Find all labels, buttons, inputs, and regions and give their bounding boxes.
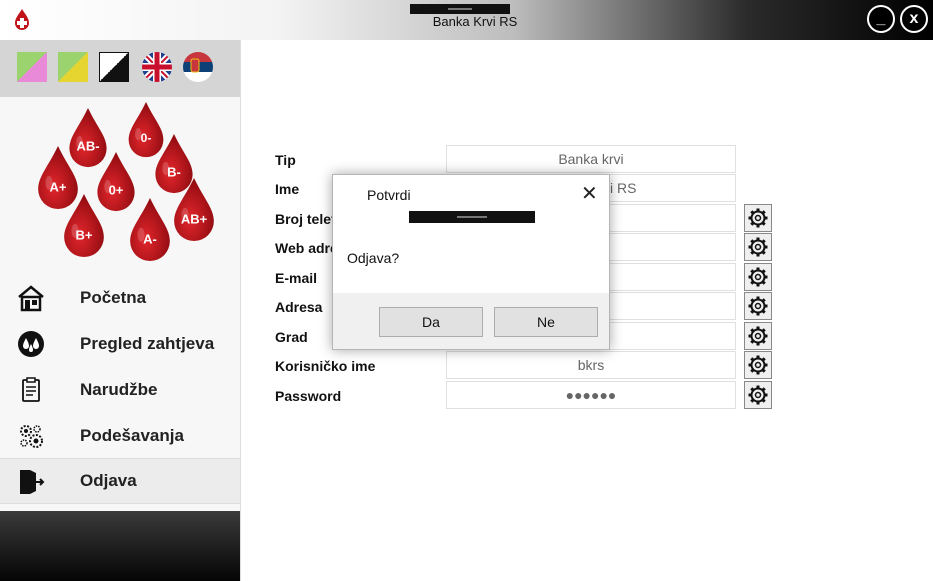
english-flag-icon[interactable] <box>142 52 172 82</box>
gear-icon <box>748 296 768 316</box>
theme-language-bar <box>0 40 240 97</box>
menu-item-pregled-zahtjeva[interactable]: Pregled zahtjeva <box>0 320 240 366</box>
theme-swatch-green-yellow[interactable] <box>58 52 88 82</box>
blood-types-logo: AB- 0- B- A+ 0+ B+ A- AB+ <box>38 102 214 262</box>
clipboard-icon <box>22 377 40 402</box>
dialog-close-button[interactable]: ✕ <box>581 181 598 206</box>
edit-email-button[interactable] <box>744 263 772 291</box>
exit-door-icon <box>20 470 45 494</box>
blood-drop-1 <box>69 108 107 168</box>
dialog-message: Odjava? <box>347 250 400 266</box>
menu-label: Pregled zahtjeva <box>80 333 215 353</box>
blood-type-label: 0- <box>141 131 152 145</box>
field-label-email: E-mail <box>275 270 318 286</box>
dialog-title: Potvrdi <box>367 187 411 203</box>
edit-korisnicko-ime-button[interactable] <box>744 351 772 379</box>
sidebar: AB- 0- B- A+ 0+ B+ A- AB+ Početna Pregled zahtj… <box>0 40 241 581</box>
blood-drop-5 <box>97 152 135 212</box>
edit-password-button[interactable] <box>744 381 772 409</box>
blood-drops-icon <box>18 331 44 357</box>
blood-type-label: B+ <box>76 227 93 242</box>
gear-icon <box>748 326 768 346</box>
dialog-drag-handle[interactable] <box>409 211 535 223</box>
cancel-button[interactable]: Ne <box>494 307 598 337</box>
field-label-adresa: Adresa <box>275 299 323 315</box>
minimize-button[interactable]: _ <box>867 5 895 33</box>
confirm-button[interactable]: Da <box>379 307 483 337</box>
field-password[interactable]: ●●●●●● <box>446 381 736 409</box>
gears-icon <box>20 425 43 448</box>
window-title: Banka Krvi RS <box>432 14 518 29</box>
close-window-button[interactable]: x <box>900 5 928 33</box>
field-korisnicko-ime[interactable]: bkrs <box>446 351 736 379</box>
field-label-password: Password <box>275 388 342 404</box>
gear-icon <box>748 208 768 228</box>
edit-broj-telefona-button[interactable] <box>744 204 772 232</box>
menu-label: Narudžbe <box>80 379 158 399</box>
theme-swatch-green-pink[interactable] <box>17 52 47 82</box>
blood-drop-2 <box>128 102 164 158</box>
gear-icon <box>748 355 768 375</box>
home-icon <box>18 285 44 312</box>
field-label-grad: Grad <box>275 329 308 345</box>
blood-type-label: AB- <box>76 139 99 154</box>
gear-icon <box>748 267 768 287</box>
title-drag-handle[interactable] <box>410 4 510 14</box>
blood-drop-7 <box>130 198 170 262</box>
menu-item-narudzbe[interactable]: Narudžbe <box>0 366 240 412</box>
blood-type-label: A- <box>143 231 157 246</box>
menu-item-odjava[interactable]: Odjava <box>0 458 240 504</box>
gear-icon <box>748 385 768 405</box>
gear-icon <box>748 237 768 257</box>
dialog-footer: Da Ne <box>333 293 609 349</box>
blood-type-label: B- <box>167 165 181 180</box>
serbian-flag-icon[interactable] <box>183 52 213 82</box>
menu-label: Odjava <box>80 471 137 490</box>
menu-label: Početna <box>80 287 147 307</box>
confirm-logout-dialog: Potvrdi ✕ Odjava? Da Ne <box>332 174 610 350</box>
menu-label: Podešavanja <box>80 425 184 445</box>
blood-bank-app-icon <box>15 9 29 30</box>
menu-item-pocetna[interactable]: Početna <box>0 274 240 320</box>
field-tip: Banka krvi <box>446 145 736 173</box>
field-label-korisnicko-ime: Korisničko ime <box>275 358 376 374</box>
edit-web-adresa-button[interactable] <box>744 233 772 261</box>
blood-type-label: AB+ <box>181 211 208 226</box>
menu-item-podesavanja[interactable]: Podešavanja <box>0 412 240 458</box>
edit-grad-button[interactable] <box>744 322 772 350</box>
blood-type-label: 0+ <box>109 183 124 198</box>
title-bar[interactable]: Banka Krvi RS _ x <box>0 0 933 40</box>
field-label-tip: Tip <box>275 152 296 168</box>
sidebar-footer <box>0 511 240 581</box>
theme-swatch-black-white[interactable] <box>99 52 129 82</box>
blood-type-label: A+ <box>50 179 67 194</box>
main-menu: Početna Pregled zahtjeva Narudžbe Podeša… <box>0 274 240 504</box>
field-label-ime: Ime <box>275 181 300 197</box>
edit-adresa-button[interactable] <box>744 292 772 320</box>
